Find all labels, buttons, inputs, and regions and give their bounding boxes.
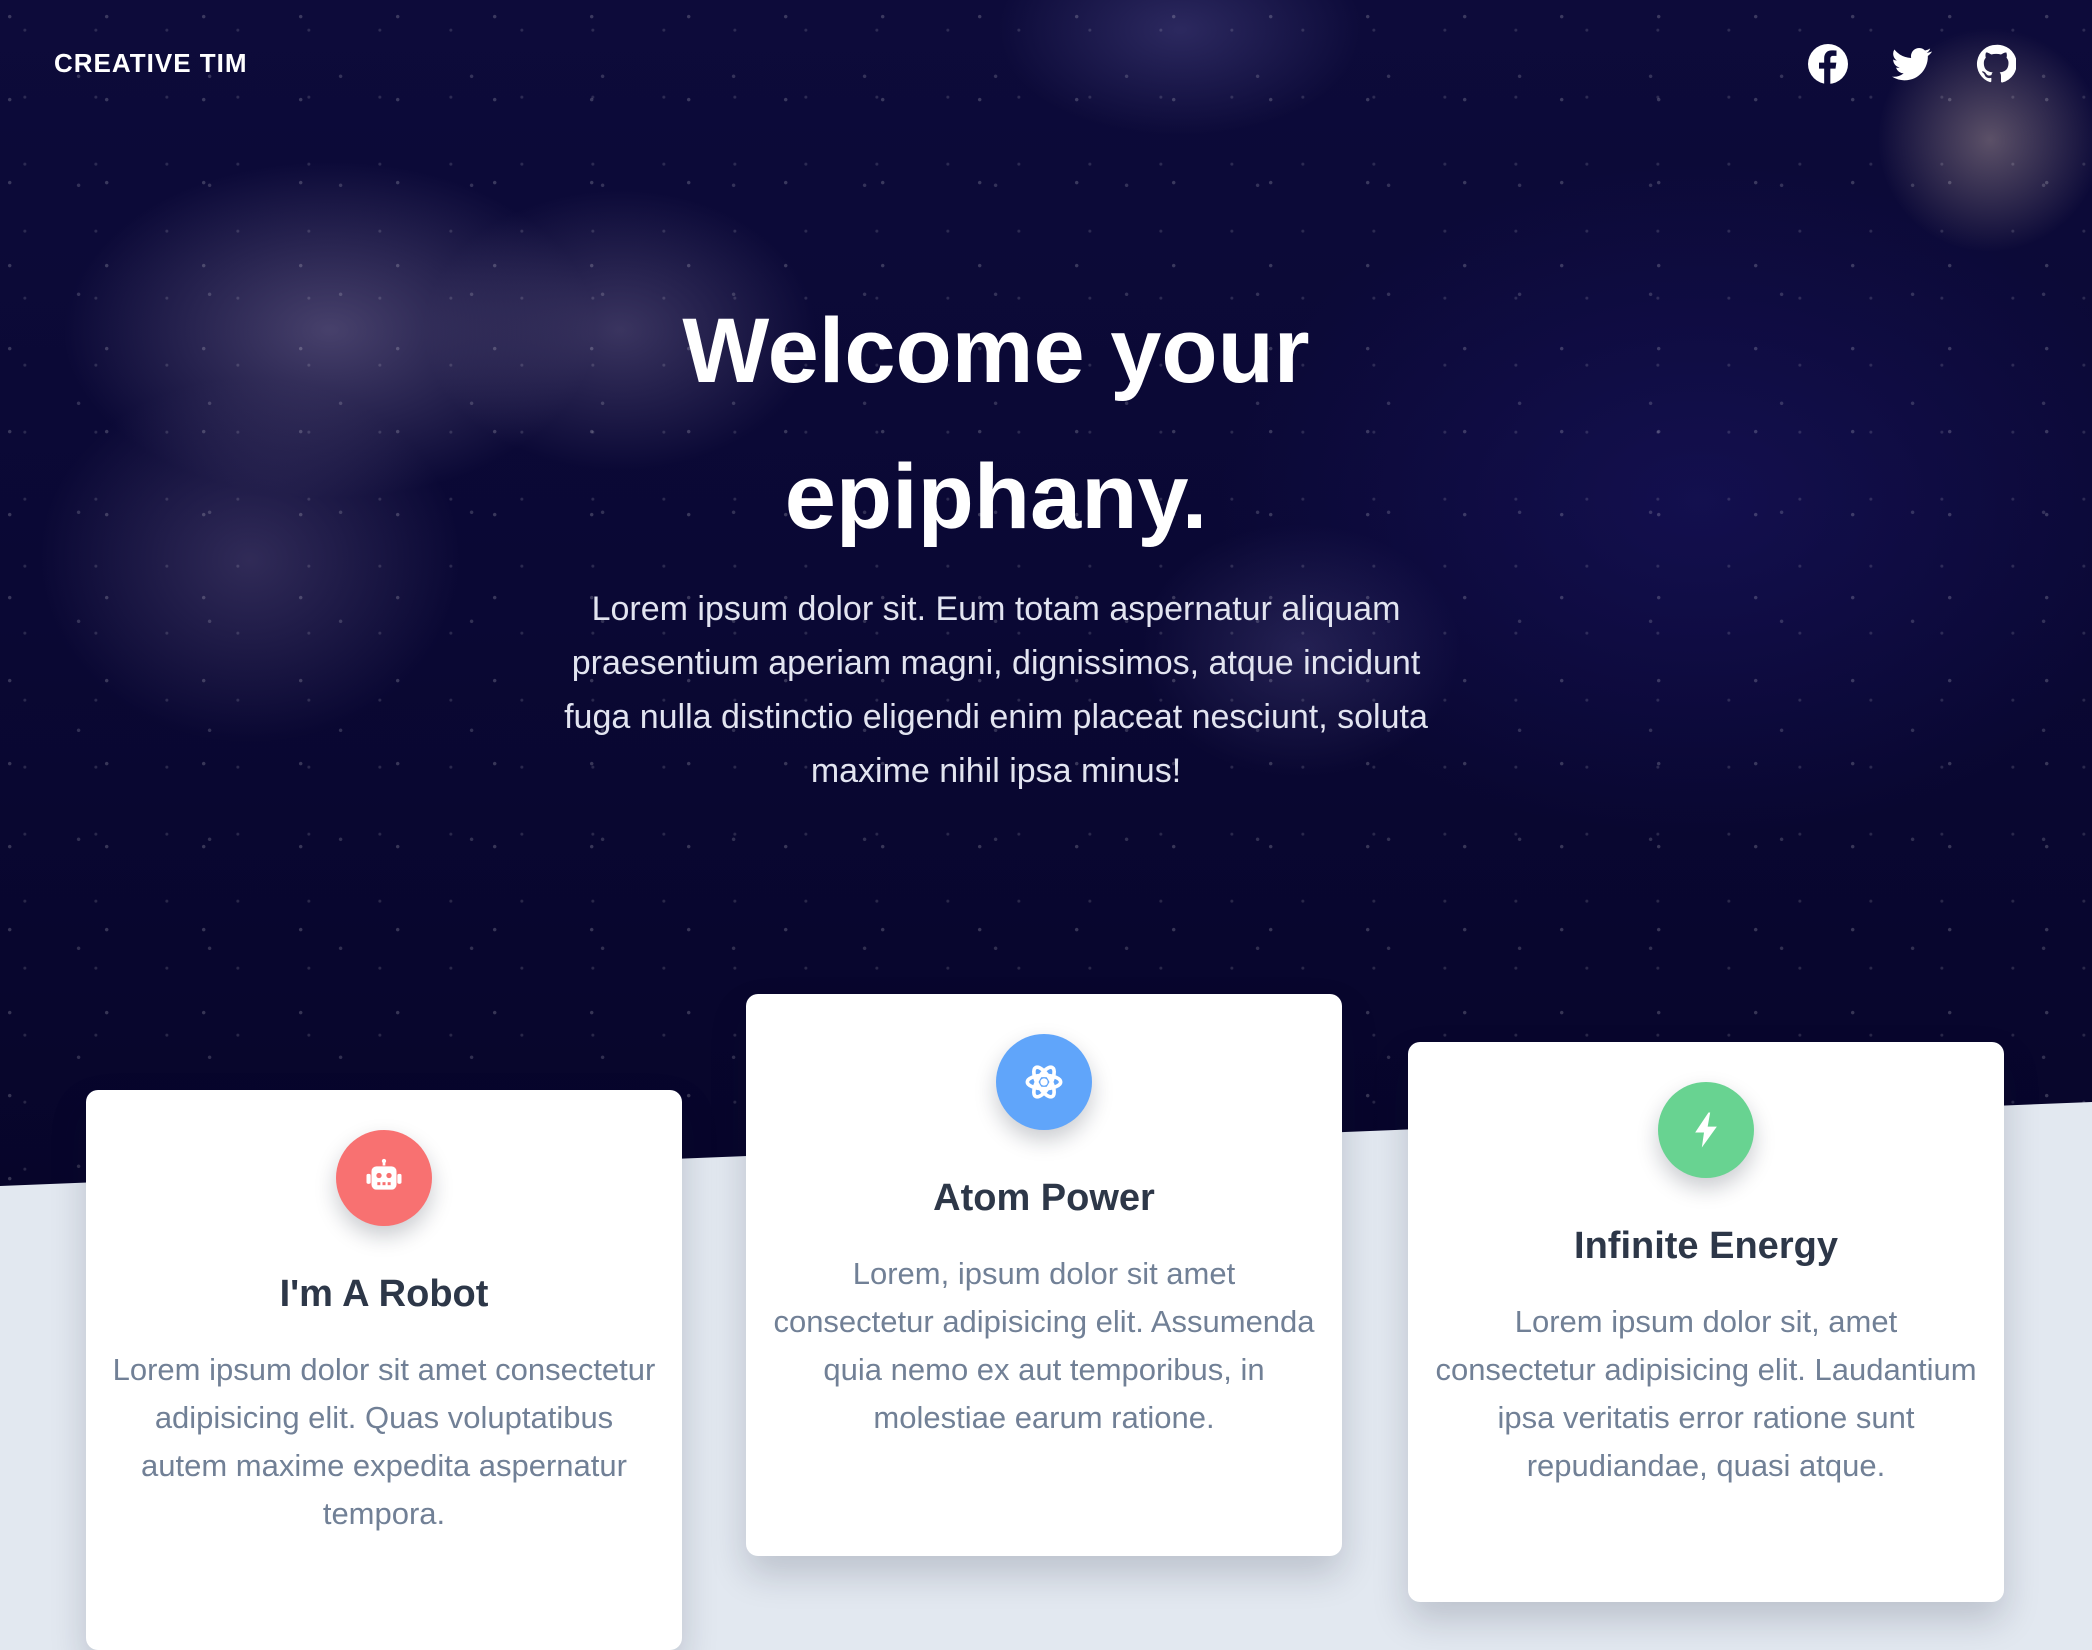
lightning-icon (1695, 1112, 1717, 1148)
atom-icon-badge (996, 1034, 1092, 1130)
github-link[interactable] (1976, 44, 2016, 84)
github-icon (1976, 44, 2016, 83)
facebook-icon (1808, 44, 1848, 84)
feature-description: Lorem ipsum dolor sit, amet consectetur … (1435, 1304, 1977, 1483)
brand-logo[interactable]: CREATIVE TIM (54, 48, 248, 79)
lightning-icon-badge (1658, 1082, 1754, 1178)
hero-title: Welcome your epiphany. (682, 300, 1310, 548)
robot-icon (366, 1158, 402, 1190)
feature-card-atom: Atom Power Lorem, ipsum dolor sit amet c… (746, 994, 1342, 1556)
navbar: CREATIVE TIM (0, 0, 2092, 130)
twitter-icon (1892, 48, 1932, 81)
feature-title: Atom Power (933, 1177, 1155, 1219)
feature-description: Lorem ipsum dolor sit amet consectetur a… (112, 1352, 656, 1531)
twitter-link[interactable] (1892, 44, 1932, 84)
feature-card-energy: Infinite Energy Lorem ipsum dolor sit, a… (1408, 1042, 2004, 1602)
feature-title: Infinite Energy (1574, 1225, 1838, 1267)
atom-icon (1025, 1065, 1063, 1099)
facebook-link[interactable] (1808, 44, 1848, 84)
feature-title: I'm A Robot (279, 1273, 489, 1315)
feature-card-robot: I'm A Robot Lorem ipsum dolor sit amet c… (86, 1090, 682, 1650)
hero-description: Lorem ipsum dolor sit. Eum totam asperna… (564, 590, 1428, 790)
robot-icon-badge (336, 1130, 432, 1226)
feature-description: Lorem, ipsum dolor sit amet consectetur … (773, 1256, 1315, 1435)
